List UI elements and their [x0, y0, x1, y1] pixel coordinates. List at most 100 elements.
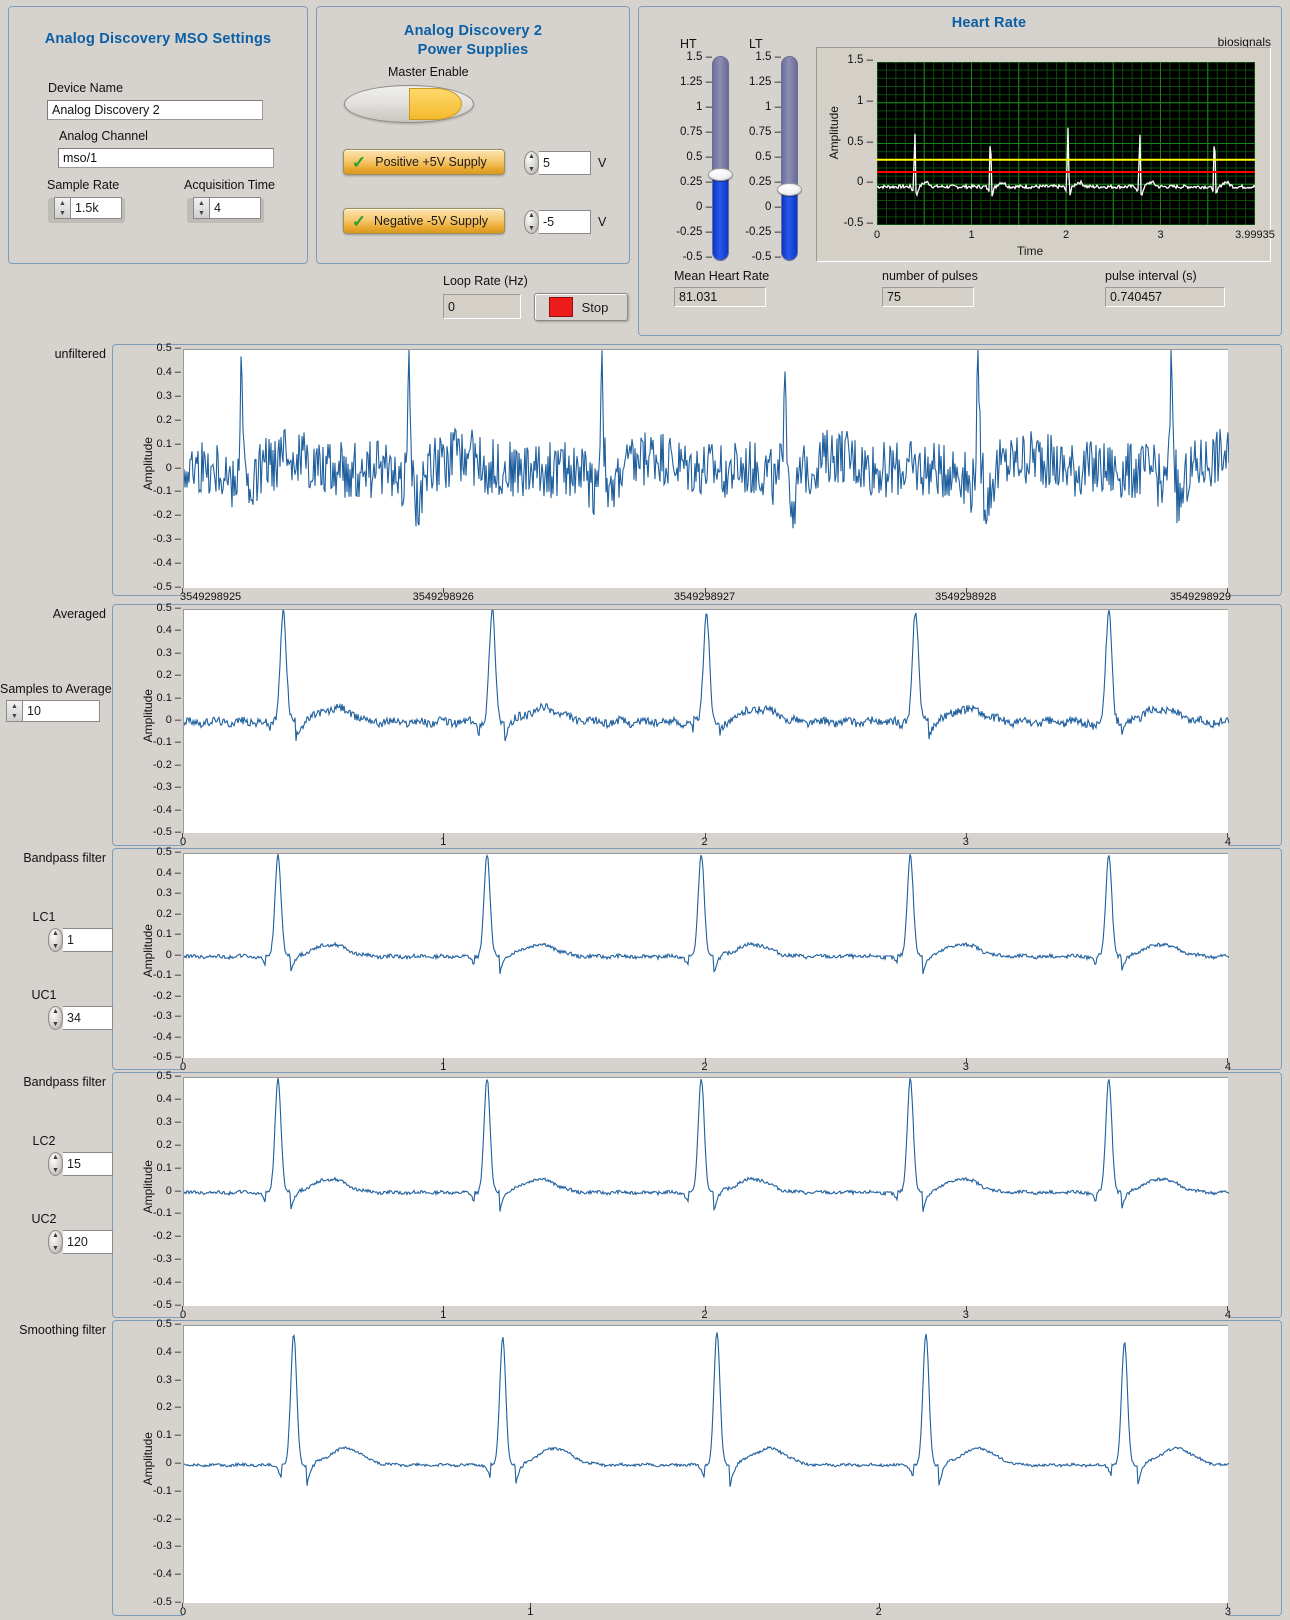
- acquisition-time-increment-icon[interactable]: [194, 198, 209, 208]
- positive-voltage-decrement-icon[interactable]: ▼: [528, 166, 535, 173]
- graph-x-tick-label: 3: [962, 836, 969, 848]
- ht-slider-fill: [713, 178, 728, 260]
- graph-y-tick: -0.2 –: [152, 1230, 181, 1243]
- lc2-value[interactable]: 15: [63, 1152, 113, 1176]
- acquisition-time-decrement-icon[interactable]: [194, 208, 209, 218]
- samples-to-average-decrement-icon[interactable]: [7, 711, 22, 721]
- lc1-spin-buttons[interactable]: ▲ ▼: [48, 928, 63, 952]
- graph-y-tick: -0.2 –: [152, 1512, 181, 1525]
- graph-y-tick: 0.2 –: [156, 1138, 181, 1151]
- bandpass-filter-1-graph-plot-area[interactable]: [183, 853, 1230, 1058]
- lc2-stepper[interactable]: ▲ ▼ 15: [48, 1152, 113, 1176]
- positive-voltage-value[interactable]: 5: [539, 151, 591, 175]
- uc1-value[interactable]: 34: [63, 1006, 113, 1030]
- chart-y-tick: -0.5 –: [843, 217, 873, 229]
- heart-rate-plot[interactable]: [876, 61, 1256, 226]
- sample-rate-decrement-icon[interactable]: [55, 208, 70, 218]
- positive-voltage-increment-icon[interactable]: ▲: [528, 153, 535, 160]
- heart-rate-chart-container: Amplitude 1.5 – 1 – 0.5 – 0 – -0.5 – 0 1 2 3 3.9…: [816, 47, 1275, 262]
- device-name-input[interactable]: Analog Discovery 2: [47, 100, 263, 120]
- lc1-increment-icon[interactable]: ▲: [52, 930, 59, 937]
- acquisition-time-spin-buttons[interactable]: [193, 197, 209, 219]
- slider-tick-label: 1.5 –: [686, 51, 712, 63]
- graph-x-tick-label: 3: [1224, 1606, 1231, 1618]
- bandpass-filter-2-graph: Amplitude 0.5 –0.4 –0.3 –0.2 –0.1 –0 – -0.…: [112, 1070, 1282, 1320]
- slider-tick-label: 0.25 –: [749, 176, 781, 188]
- graph-y-tick: -0.1 –: [152, 1484, 181, 1497]
- negative-voltage-spin-buttons[interactable]: ▲ ▼: [524, 210, 539, 234]
- unfiltered-graph-trace: [183, 349, 1230, 529]
- uc2-spin-buttons[interactable]: ▲ ▼: [48, 1230, 63, 1254]
- samples-to-average-value[interactable]: 10: [22, 700, 100, 722]
- sample-rate-value[interactable]: 1.5k: [70, 197, 122, 219]
- negative-voltage-value[interactable]: -5: [539, 210, 591, 234]
- graph-y-tick: 0 –: [165, 948, 181, 961]
- power-supplies-title-line2: Power Supplies: [417, 42, 529, 58]
- slider-tick-label: 1.5 –: [755, 51, 781, 63]
- lc2-decrement-icon[interactable]: ▼: [52, 1167, 59, 1174]
- bandpass-filter-2-graph-plot-area[interactable]: [183, 1077, 1230, 1306]
- negative-supply-label: Negative -5V Supply: [374, 214, 488, 228]
- uc2-stepper[interactable]: ▲ ▼ 120: [48, 1230, 113, 1254]
- ht-slider[interactable]: [712, 56, 729, 261]
- lc1-decrement-icon[interactable]: ▼: [52, 943, 59, 950]
- uc1-increment-icon[interactable]: ▲: [52, 1008, 59, 1015]
- positive-supply-button[interactable]: ✓ Positive +5V Supply: [343, 149, 505, 175]
- lc1-stepper[interactable]: ▲ ▼ 1: [48, 928, 113, 952]
- master-enable-toggle[interactable]: [344, 85, 474, 123]
- smoothing-filter-graph-plot-area[interactable]: [183, 1325, 1230, 1603]
- sample-rate-stepper[interactable]: 1.5k: [54, 197, 122, 219]
- pulse-interval-indicator: 0.740457: [1105, 287, 1225, 307]
- uc1-spin-buttons[interactable]: ▲ ▼: [48, 1006, 63, 1030]
- sample-rate-spin-buttons[interactable]: [54, 197, 70, 219]
- heart-rate-x-axis-title: Time: [1017, 244, 1044, 258]
- slider-tick-label: -0.5 –: [682, 251, 712, 263]
- positive-voltage-unit: V: [598, 156, 607, 170]
- graph-y-tick: 0.2 –: [156, 413, 181, 426]
- check-icon: ✓: [351, 152, 367, 172]
- graph-y-tick: 0.1 –: [156, 691, 181, 704]
- negative-voltage-unit: V: [598, 215, 607, 229]
- samples-to-average-increment-icon[interactable]: [7, 701, 22, 711]
- analog-channel-input[interactable]: mso/1: [58, 148, 274, 168]
- slider-tick-label: 0.5 –: [686, 151, 712, 163]
- negative-voltage-increment-icon[interactable]: ▲: [528, 212, 535, 219]
- graph-y-tick: 0.3 –: [156, 646, 181, 659]
- graph-x-tick-label: 3549298926: [412, 591, 474, 603]
- bandpass-filter-1-graph: Amplitude 0.5 –0.4 –0.3 –0.2 –0.1 –0 – -0.…: [112, 846, 1282, 1072]
- device-name-label: Device Name: [48, 81, 124, 95]
- mean-heart-rate-indicator: 81.031: [674, 287, 766, 307]
- uc1-stepper[interactable]: ▲ ▼ 34: [48, 1006, 113, 1030]
- graph-x-tick-label: 3549298927: [673, 591, 736, 603]
- uc2-decrement-icon[interactable]: ▼: [52, 1245, 59, 1252]
- lt-slider[interactable]: [781, 56, 798, 261]
- lc2-increment-icon[interactable]: ▲: [52, 1154, 59, 1161]
- mso-settings-panel: Analog Discovery MSO Settings Device Nam…: [8, 6, 308, 264]
- negative-supply-button[interactable]: ✓ Negative -5V Supply: [343, 208, 505, 234]
- heart-rate-panel: Heart Rate HT 1.5 – 1.25 – 1 – 0.75 – 0.5 – 0…: [638, 6, 1282, 336]
- chart-x-tick: 2: [1062, 229, 1070, 241]
- uc2-value[interactable]: 120: [63, 1230, 113, 1254]
- graph-y-tick: 0 –: [165, 714, 181, 726]
- positive-voltage-spin-buttons[interactable]: ▲ ▼: [524, 151, 539, 175]
- negative-voltage-stepper[interactable]: ▲ ▼ -5: [524, 210, 591, 234]
- samples-to-average-stepper[interactable]: 10: [6, 700, 100, 722]
- uc2-increment-icon[interactable]: ▲: [52, 1232, 59, 1239]
- graph-y-tick: 0.5 –: [156, 1318, 181, 1330]
- graph-y-tick: 0.4 –: [156, 365, 181, 378]
- stop-button[interactable]: Stop: [534, 293, 628, 321]
- positive-voltage-stepper[interactable]: ▲ ▼ 5: [524, 151, 591, 175]
- sample-rate-increment-icon[interactable]: [55, 198, 70, 208]
- negative-voltage-decrement-icon[interactable]: ▼: [528, 225, 535, 232]
- acquisition-time-stepper[interactable]: 4: [193, 197, 261, 219]
- uc1-decrement-icon[interactable]: ▼: [52, 1021, 59, 1028]
- averaged-graph-plot-area[interactable]: [183, 608, 1230, 833]
- samples-to-average-spin-buttons[interactable]: [6, 700, 22, 722]
- graph-x-tick-label: 3549298929: [1169, 591, 1231, 603]
- lc2-spin-buttons[interactable]: ▲ ▼: [48, 1152, 63, 1176]
- unfiltered-graph-plot-area[interactable]: [183, 349, 1230, 588]
- acquisition-time-value[interactable]: 4: [209, 197, 261, 219]
- number-of-pulses-indicator: 75: [882, 287, 974, 307]
- lc2-label: LC2: [32, 1134, 56, 1148]
- lc1-value[interactable]: 1: [63, 928, 113, 952]
